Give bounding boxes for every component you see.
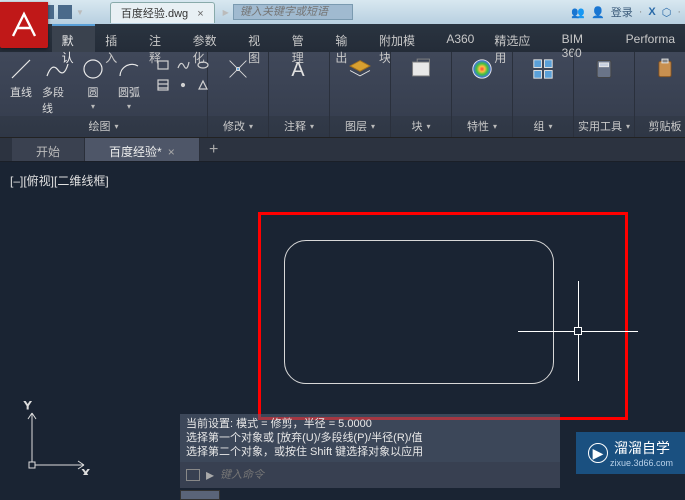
title-bar: ▼ 百度经验.dwg × ▶ 👥 👤 登录 · X ⬡ · <box>0 0 685 24</box>
tab-default[interactable]: 默认 <box>52 24 96 52</box>
command-window[interactable]: 当前设置: 模式 = 修剪，半径 = 5.0000 选择第一个对象或 [放弃(U… <box>180 414 560 488</box>
chevron-down-icon: ▾ <box>127 102 131 111</box>
close-icon[interactable]: × <box>197 8 203 20</box>
ucs-x-label: X <box>82 468 90 475</box>
rounded-rectangle-entity[interactable] <box>284 240 554 384</box>
arc-tool[interactable]: 圆弧 ▾ <box>114 56 144 111</box>
ucs-icon[interactable]: X Y <box>14 395 94 480</box>
line-tool[interactable]: 直线 <box>6 56 36 100</box>
panel-label: 特性 <box>467 118 489 134</box>
scrollbar-handle[interactable] <box>180 490 220 500</box>
chevron-down-icon[interactable]: ▾ <box>114 122 118 131</box>
polyline-tool[interactable]: 多段线 <box>42 56 72 116</box>
cmd-line: 选择第二个对象，或按住 Shift 键选择对象以应用 <box>186 445 554 459</box>
drawing-tabs: 开始 百度经验* × + <box>0 138 685 162</box>
tab-bim360[interactable]: BIM 360 <box>552 24 616 52</box>
tab-insert[interactable]: 插入 <box>95 24 139 52</box>
command-history: 当前设置: 模式 = 修剪，半径 = 5.0000 选择第一个对象或 [放弃(U… <box>180 414 560 462</box>
tool-label: 圆 <box>88 84 99 100</box>
chevron-down-icon[interactable]: ▼ <box>76 8 84 17</box>
panel-label: 图层 <box>345 118 367 134</box>
panel-block: 块▾ <box>391 52 452 137</box>
viewport-label[interactable]: [–][俯视][二维线框] <box>10 172 109 189</box>
add-tab-button[interactable]: + <box>200 138 228 161</box>
a360-icon[interactable]: ⬡ <box>662 6 672 19</box>
clipboard-tool[interactable] <box>641 56 685 82</box>
hatch-icon[interactable] <box>154 76 172 94</box>
panel-draw: 直线 多段线 圆 ▾ 圆弧 ▾ <box>0 52 208 137</box>
command-input-row[interactable]: ▸ <box>180 462 560 488</box>
tab-featured[interactable]: 精选应用 <box>484 24 551 52</box>
tool-label: 圆弧 <box>118 84 140 100</box>
file-tab[interactable]: 百度经验.dwg × <box>110 2 215 23</box>
app-menu-button[interactable] <box>0 2 48 48</box>
panel-annotate: A 注释▾ <box>269 52 330 137</box>
tab-manage[interactable]: 管理 <box>282 24 326 52</box>
svg-text:A: A <box>291 59 305 81</box>
panel-label: 实用工具 <box>578 118 622 134</box>
user-icon[interactable]: 👤 <box>591 6 605 19</box>
cmd-line: 选择第一个对象或 [放弃(U)/多段线(P)/半径(R)/值 <box>186 431 554 445</box>
watermark: ▶ 溜溜自学 zixue.3d66.com <box>576 432 685 474</box>
qat-icon[interactable] <box>58 5 72 19</box>
watermark-text: 溜溜自学 <box>614 438 673 458</box>
properties-tool[interactable] <box>458 56 506 82</box>
panel-label: 剪贴板 <box>649 118 682 134</box>
tool-label: 直线 <box>10 84 32 100</box>
login-link[interactable]: 登录 <box>611 4 633 20</box>
command-icon[interactable] <box>186 469 200 481</box>
play-icon: ▶ <box>588 443 608 463</box>
tab-start[interactable]: 开始 <box>12 138 85 161</box>
exchange-icon[interactable]: X <box>648 6 655 18</box>
tab-addins[interactable]: 附加模块 <box>369 24 436 52</box>
spline-icon[interactable] <box>174 56 192 74</box>
tab-label: 开始 <box>36 143 60 160</box>
cmd-line: 当前设置: 模式 = 修剪，半径 = 5.0000 <box>186 417 554 431</box>
chevron-right-icon[interactable]: ▶ <box>223 8 229 17</box>
command-input[interactable] <box>220 469 554 481</box>
search-input[interactable] <box>233 4 353 20</box>
tool-label: 多段线 <box>42 84 72 116</box>
panel-groups: 组▾ <box>513 52 574 137</box>
ribbon: 直线 多段线 圆 ▾ 圆弧 ▾ <box>0 52 685 138</box>
layers-tool[interactable] <box>336 56 384 82</box>
group-tool[interactable] <box>519 56 567 82</box>
panel-utilities: 实用工具▾ <box>574 52 635 137</box>
tab-a360[interactable]: A360 <box>436 24 484 52</box>
panel-modify: 修改▾ <box>208 52 269 137</box>
tab-perf[interactable]: Performa <box>616 24 685 52</box>
point-icon[interactable] <box>174 76 192 94</box>
block-tool[interactable] <box>397 56 445 82</box>
chevron-down-icon: ▾ <box>91 102 95 111</box>
modify-tool[interactable] <box>214 56 262 82</box>
ribbon-tabs-row: 默认 插入 注释 参数化 视图 管理 输出 附加模块 A360 精选应用 BIM… <box>0 24 685 52</box>
tab-output[interactable]: 输出 <box>325 24 369 52</box>
draw-mini-tools <box>154 56 212 94</box>
watermark-sub: zixue.3d66.com <box>610 458 673 468</box>
tab-label: 百度经验* <box>109 143 162 160</box>
panel-label: 修改 <box>223 118 245 134</box>
ucs-y-label: Y <box>24 400 32 412</box>
file-name: 百度经验.dwg <box>121 8 188 20</box>
tab-parametric[interactable]: 参数化 <box>183 24 238 52</box>
utilities-tool[interactable] <box>580 56 628 82</box>
tab-annotate[interactable]: 注释 <box>139 24 183 52</box>
panel-label: 组 <box>533 118 544 134</box>
text-tool[interactable]: A <box>275 56 323 82</box>
circle-tool[interactable]: 圆 ▾ <box>78 56 108 111</box>
drawing-canvas[interactable]: [–][俯视][二维线框] X Y 当前设置: 模式 = 修剪，半径 = 5.0… <box>0 162 685 500</box>
panel-clipboard: 剪贴板 <box>635 52 685 137</box>
panel-label: 绘图 <box>88 118 110 134</box>
panel-label: 注释 <box>284 118 306 134</box>
tab-view[interactable]: 视图 <box>238 24 282 52</box>
panel-layers: 图层▾ <box>330 52 391 137</box>
close-icon[interactable]: × <box>168 145 175 159</box>
rect-icon[interactable] <box>154 56 172 74</box>
people-icon[interactable]: 👥 <box>571 6 585 19</box>
tab-current[interactable]: 百度经验* × <box>85 138 200 161</box>
panel-properties: 特性▾ <box>452 52 513 137</box>
panel-label: 块 <box>411 118 422 134</box>
ribbon-tabs: 默认 插入 注释 参数化 视图 管理 输出 附加模块 A360 精选应用 BIM… <box>52 24 685 52</box>
